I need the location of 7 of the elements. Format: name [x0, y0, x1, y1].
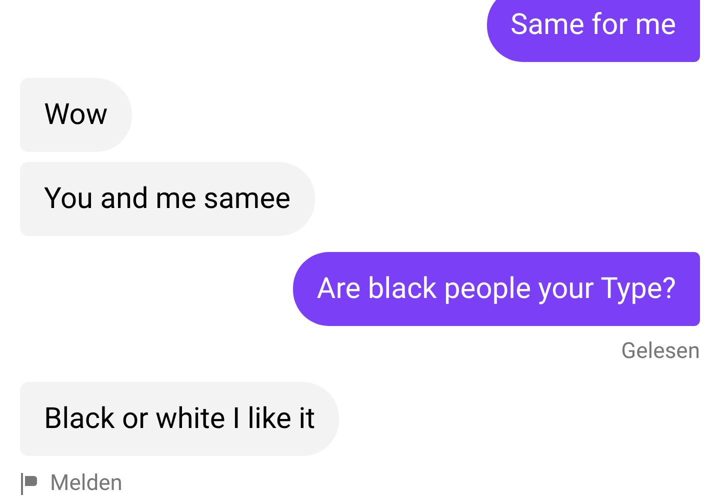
message-bubble: Same for me [486, 0, 700, 62]
read-receipt: Gelesen [621, 338, 700, 366]
message-bubble: Are black people your Type? [292, 252, 700, 326]
message-bubble: Black or white I like it [20, 382, 340, 456]
message-bubble: Wow [20, 78, 132, 152]
report-link[interactable]: Melden [50, 470, 122, 498]
message-bubble: You and me samee [20, 162, 314, 236]
